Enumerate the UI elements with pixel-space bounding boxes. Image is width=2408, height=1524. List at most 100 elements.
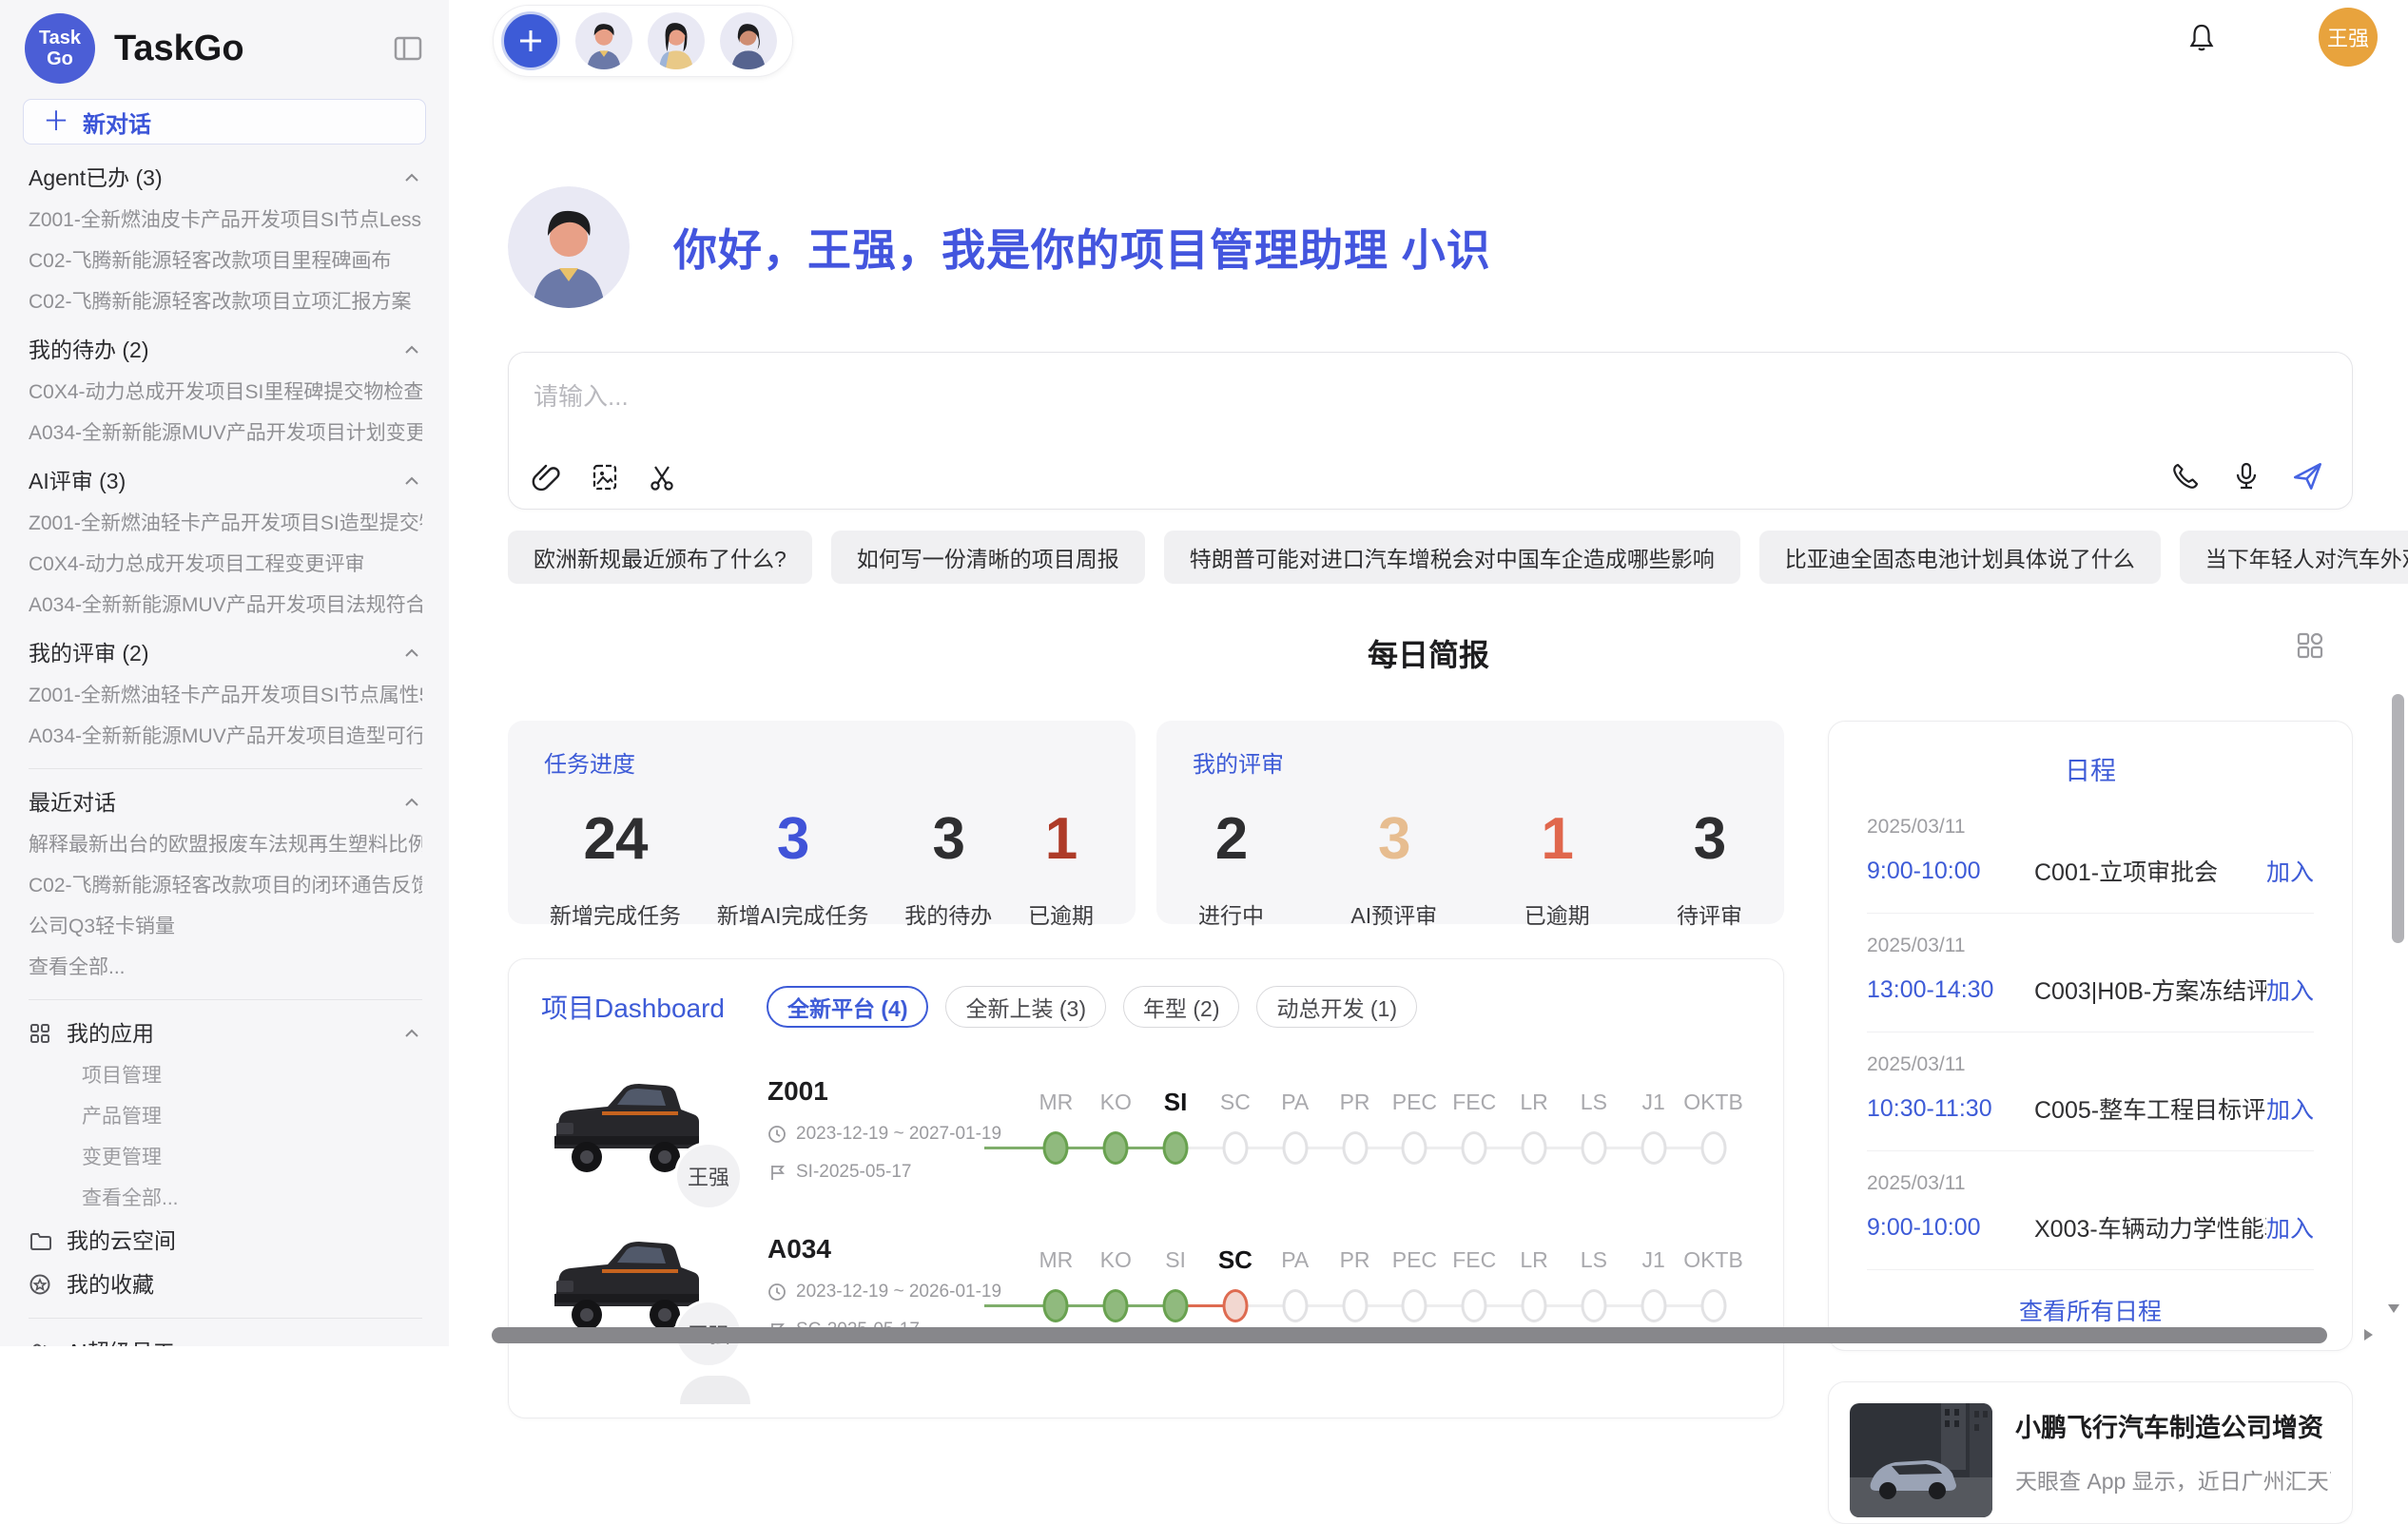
milestone-dot-LR[interactable] xyxy=(1522,1289,1547,1322)
sidebar-item-my-apps[interactable]: 我的应用 xyxy=(29,1012,422,1055)
suggestion-chip[interactable]: 当下年轻人对汽车外观有怎样的喜好趋势 xyxy=(2180,531,2408,584)
section-header-recent-chats[interactable]: 最近对话 xyxy=(29,781,422,824)
suggestion-chip[interactable]: 比亚迪全固态电池计划具体说了什么 xyxy=(1759,531,2161,584)
milestone-LS: LS xyxy=(1563,1243,1623,1328)
screenshot-icon[interactable] xyxy=(589,461,621,493)
join-link[interactable]: 加入 xyxy=(2266,1091,2314,1126)
sidebar-item[interactable]: Z001-全新燃油轻卡产品开发项目SI造型提交物评审 xyxy=(29,503,422,544)
agent-avatar-1[interactable] xyxy=(575,12,632,69)
agent-avatar-2[interactable] xyxy=(648,12,705,69)
milestone-dot-J1[interactable] xyxy=(1641,1131,1666,1165)
milestone-SC: SC xyxy=(1205,1243,1265,1328)
scissors-icon[interactable] xyxy=(646,461,678,493)
new-chat-button[interactable]: ＋ 新对话 xyxy=(23,99,426,145)
app-sub-item[interactable]: 产品管理 xyxy=(29,1096,422,1137)
milestone-dot-PR[interactable] xyxy=(1342,1289,1368,1322)
recent-chat-item[interactable]: 公司Q3轻卡销量 xyxy=(29,906,422,947)
news-card[interactable]: 小鹏飞行汽车制造公司增资 天眼查 App 显示，近日广州汇天飞行汽... xyxy=(1828,1381,2353,1524)
add-agent-button[interactable] xyxy=(501,11,560,70)
milestone-dot-PA[interactable] xyxy=(1282,1131,1308,1165)
join-link[interactable]: 加入 xyxy=(2266,1210,2314,1244)
milestone-KO: KO xyxy=(1086,1085,1146,1170)
suggestion-chip[interactable]: 特朗普可能对进口汽车增税会对中国车企造成哪些影响 xyxy=(1164,531,1740,584)
milestone-dot-PEC[interactable] xyxy=(1402,1131,1427,1165)
suggestion-chip[interactable]: 欧洲新规最近颁布了什么? xyxy=(508,531,812,584)
chevron-up-icon xyxy=(401,339,422,360)
milestone-dot-LS[interactable] xyxy=(1581,1289,1606,1322)
recent-chat-item[interactable]: 查看全部... xyxy=(29,947,422,988)
stat: 1 已逾期 xyxy=(1524,805,1590,930)
suggestion-chip[interactable]: 如何写一份清晰的项目周报 xyxy=(831,531,1145,584)
sidebar-item[interactable]: C02-飞腾新能源轻客改款项目里程碑画布 xyxy=(29,241,422,281)
milestone-dot-PR[interactable] xyxy=(1342,1131,1368,1165)
section-header-my-review[interactable]: 我的评审 (2) xyxy=(29,631,422,675)
filter-chip[interactable]: 全新上装 (3) xyxy=(945,986,1106,1028)
milestone-dot-SI[interactable] xyxy=(1163,1289,1189,1322)
filter-chip[interactable]: 动总开发 (1) xyxy=(1256,986,1417,1028)
app-sub-item[interactable]: 查看全部... xyxy=(29,1178,422,1219)
milestone-dot-FEC[interactable] xyxy=(1462,1289,1487,1322)
milestone-dot-MR[interactable] xyxy=(1043,1131,1069,1165)
section-header-my-todo[interactable]: 我的待办 (2) xyxy=(29,328,422,372)
sidebar-item-cloud-space[interactable]: 我的云空间 xyxy=(29,1219,422,1263)
section-header-agent-done[interactable]: Agent已办 (3) xyxy=(29,156,422,200)
milestone-dot-LS[interactable] xyxy=(1581,1131,1606,1165)
sidebar-item[interactable]: C0X4-动力总成开发项目SI里程碑提交物检查 xyxy=(29,372,422,413)
recent-chat-item[interactable]: C02-飞腾新能源轻客改款项目的闭环通告反馈情况 xyxy=(29,865,422,906)
layout-grid-icon[interactable] xyxy=(2296,631,2324,660)
recent-chat-item[interactable]: 解释最新出台的欧盟报废车法规再生塑料比例被调至15%... xyxy=(29,824,422,865)
schedule-line: 9:00-10:00 X003-车辆动力学性能验... 加入 xyxy=(1867,1210,2314,1244)
sidebar-item[interactable]: A034-全新新能源MUV产品开发项目造型可行性评审 xyxy=(29,716,422,757)
view-all-schedule-link[interactable]: 查看所有日程 xyxy=(1867,1270,2314,1327)
filter-chip[interactable]: 全新平台 (4) xyxy=(767,986,929,1028)
milestone-dot-OKTB[interactable] xyxy=(1700,1131,1726,1165)
users-icon xyxy=(29,1341,51,1346)
composer-input[interactable] xyxy=(509,353,2352,438)
user-avatar[interactable]: 王强 xyxy=(2319,8,2378,67)
schedule-card: 日程 2025/03/11 9:00-10:00 C001-立项审批会 加入 2… xyxy=(1828,721,2353,1351)
filter-chip[interactable]: 年型 (2) xyxy=(1123,986,1240,1028)
app-sub-item[interactable]: 变更管理 xyxy=(29,1137,422,1178)
sidebar-item[interactable]: Z001-全新燃油皮卡产品开发项目SI节点Lesson Learn报告 xyxy=(29,200,422,241)
sidebar-item-ai-super-staff[interactable]: AI超级员工 xyxy=(29,1330,422,1346)
app-logo: Task Go xyxy=(25,13,95,84)
plus-icon: ＋ xyxy=(43,108,69,135)
attachment-icon[interactable] xyxy=(532,461,564,493)
milestone-dot-J1[interactable] xyxy=(1641,1289,1666,1322)
notifications-bell-icon[interactable] xyxy=(2185,21,2218,53)
horizontal-scrollbar[interactable] xyxy=(492,1327,2327,1343)
milestone-dot-SI[interactable] xyxy=(1163,1131,1189,1165)
milestone-dot-SC[interactable] xyxy=(1222,1131,1248,1165)
send-icon[interactable] xyxy=(2291,459,2325,493)
stat-value: 3 xyxy=(1350,805,1437,873)
milestone-dot-PA[interactable] xyxy=(1282,1289,1308,1322)
milestone-dot-SC[interactable] xyxy=(1222,1289,1248,1322)
scroll-right-arrow[interactable] xyxy=(2360,1327,2376,1342)
milestone-dot-LR[interactable] xyxy=(1522,1131,1547,1165)
milestone-dot-PEC[interactable] xyxy=(1402,1289,1427,1322)
sidebar-item[interactable]: A034-全新新能源MUV产品开发项目计划变更表编写 xyxy=(29,413,422,453)
sidebar-item-favorites[interactable]: 我的收藏 xyxy=(29,1263,422,1306)
sidebar-item[interactable]: C02-飞腾新能源轻客改款项目立项汇报方案 xyxy=(29,281,422,322)
sidebar-item[interactable]: A034-全新新能源MUV产品开发项目法规符合性评审 xyxy=(29,585,422,626)
scroll-down-arrow[interactable] xyxy=(2386,1301,2401,1316)
milestone-dot-MR[interactable] xyxy=(1043,1289,1069,1322)
microphone-icon[interactable] xyxy=(2230,460,2262,492)
join-link[interactable]: 加入 xyxy=(2266,854,2314,888)
project-row[interactable]: 王强 Z001 2023-12-19 ~ 2027-01-19 xyxy=(541,1073,1751,1186)
milestone-dot-KO[interactable] xyxy=(1103,1289,1129,1322)
vertical-scrollbar[interactable] xyxy=(2392,694,2404,943)
sidebar-item[interactable]: Z001-全新燃油轻卡产品开发项目SI节点属性5D文件评审 xyxy=(29,675,422,716)
milestone-dot-FEC[interactable] xyxy=(1462,1131,1487,1165)
section-header-ai-review[interactable]: AI评审 (3) xyxy=(29,459,422,503)
app-sub-item[interactable]: 项目管理 xyxy=(29,1055,422,1096)
join-link[interactable]: 加入 xyxy=(2266,973,2314,1007)
sidebar-item[interactable]: C0X4-动力总成开发项目工程变更评审 xyxy=(29,544,422,585)
milestone-dot-OKTB[interactable] xyxy=(1700,1289,1726,1322)
phone-call-icon[interactable] xyxy=(2169,460,2202,492)
stat-items: 2 进行中 3 AI预评审 1 已逾期 3 待评审 xyxy=(1193,805,1748,930)
agent-avatar-3[interactable] xyxy=(720,12,777,69)
collapse-sidebar-icon[interactable] xyxy=(392,32,424,65)
milestone-dot-KO[interactable] xyxy=(1103,1131,1129,1165)
schedule-date: 2025/03/11 xyxy=(1867,1172,2314,1195)
